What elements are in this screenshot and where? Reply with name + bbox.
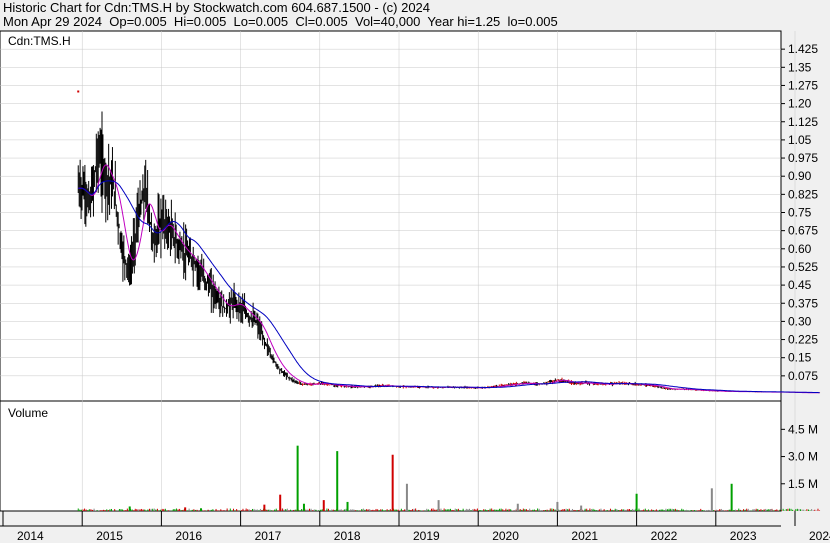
volume-bar bbox=[516, 503, 519, 511]
volume-bar bbox=[580, 505, 583, 511]
y-tick-label: 0.45 bbox=[788, 278, 812, 292]
volume-bar bbox=[635, 493, 638, 511]
y-tick-label: 0.975 bbox=[788, 151, 818, 165]
y-tick-label: 4.5 M bbox=[788, 422, 818, 436]
y-tick-label: 0.675 bbox=[788, 224, 818, 238]
volume-bar bbox=[279, 494, 282, 511]
x-year-label: 2017 bbox=[255, 529, 282, 543]
volume-bar bbox=[322, 500, 325, 511]
volume-bar bbox=[128, 506, 131, 511]
y-tick-label: 1.425 bbox=[788, 42, 818, 56]
x-year-label: 2022 bbox=[651, 529, 678, 543]
volume-bar bbox=[296, 445, 299, 511]
volume-bar bbox=[263, 504, 266, 511]
x-year-label: 2024 bbox=[809, 529, 830, 543]
stock-chart: Cdn:TMS.H Volume 1.425 1.35 1.275 1.20 1.125… bbox=[0, 30, 830, 543]
volume-bar bbox=[346, 501, 349, 511]
y-tick-label: 0.75 bbox=[788, 206, 812, 220]
volume-bar bbox=[710, 488, 713, 511]
y-tick-label: 1.05 bbox=[788, 133, 812, 147]
volume-bar bbox=[200, 508, 202, 511]
volume-bar bbox=[391, 454, 394, 511]
y-tick-label: 0.225 bbox=[788, 333, 818, 347]
volume-bar bbox=[336, 451, 339, 511]
y-tick-label: 1.5 M bbox=[788, 477, 818, 491]
y-tick-label: 0.825 bbox=[788, 187, 818, 201]
x-year-label: 2019 bbox=[413, 529, 440, 543]
y-tick-label: 0.525 bbox=[788, 260, 818, 274]
x-year-label: 2020 bbox=[492, 529, 519, 543]
volume-bar bbox=[556, 501, 559, 511]
volume-bar bbox=[730, 483, 733, 511]
x-year-label: 2023 bbox=[730, 529, 757, 543]
x-year-label: 2016 bbox=[175, 529, 202, 543]
x-year-label: 2021 bbox=[571, 529, 598, 543]
y-tick-label: 1.125 bbox=[788, 115, 818, 129]
y-tick-label: 3.0 M bbox=[788, 450, 818, 464]
price-outlier-point bbox=[77, 90, 80, 93]
x-year-label: 2014 bbox=[17, 529, 44, 543]
volume-bar bbox=[770, 509, 773, 511]
volume-bar bbox=[302, 503, 305, 511]
y-tick-label: 1.35 bbox=[788, 60, 812, 74]
y-tick-label: 1.275 bbox=[788, 78, 818, 92]
x-axis-years: 2014 2015 2016 2017 2018 2019 2020 2021 2022 2023… bbox=[2, 511, 830, 543]
x-year-label: 2015 bbox=[96, 529, 123, 543]
y-tick-label: 0.60 bbox=[788, 242, 812, 256]
y-tick-label: 0.375 bbox=[788, 296, 818, 310]
volume-panel bbox=[0, 400, 782, 512]
y-tick-label: 0.30 bbox=[788, 314, 812, 328]
volume-bar bbox=[437, 500, 440, 511]
volume-bar bbox=[405, 483, 408, 511]
y-tick-label: 0.075 bbox=[788, 369, 818, 383]
y-tick-label: 0.15 bbox=[788, 351, 812, 365]
volume-panel-title: Volume bbox=[8, 406, 48, 420]
y-axis-ticks: 1.425 1.35 1.275 1.20 1.125 1.05 0.975 0.90 0.82… bbox=[781, 42, 818, 491]
volume-bar bbox=[184, 507, 187, 511]
x-year-label: 2018 bbox=[334, 529, 361, 543]
y-tick-label: 1.20 bbox=[788, 97, 812, 111]
price-panel-title: Cdn:TMS.H bbox=[8, 34, 71, 48]
y-tick-label: 0.90 bbox=[788, 169, 812, 183]
